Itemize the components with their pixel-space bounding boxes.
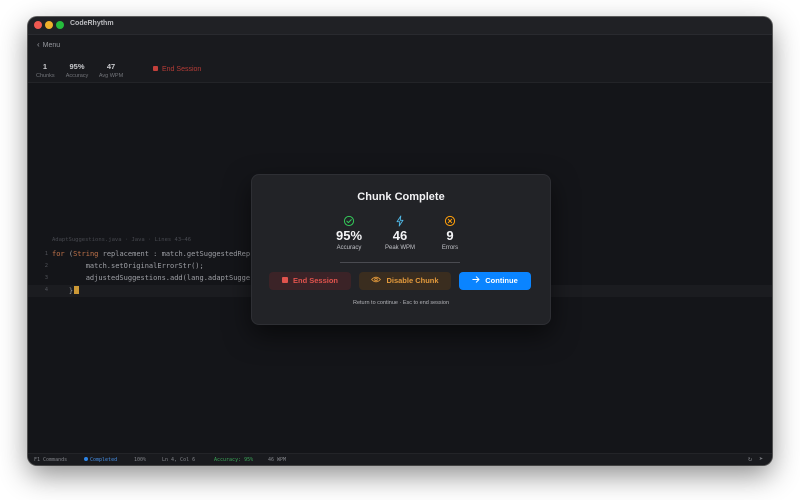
eye-icon — [371, 272, 382, 290]
dialog-title: Chunk Complete — [357, 191, 445, 203]
continue-button[interactable]: Continue — [459, 272, 531, 290]
end-session-button-label: End Session — [292, 276, 338, 286]
app-window: CodeRhythm ‹ Menu 1 Chunks 95% Accuracy 4… — [28, 17, 772, 465]
keyboard-hint: Return to continue · Esc to end session — [353, 300, 449, 306]
chunk-complete-dialog: Chunk Complete 95% Accuracy 46 Peak WPM … — [251, 174, 551, 325]
continue-button-label: Continue — [485, 276, 518, 286]
x-circle-icon — [420, 214, 480, 227]
stop-icon — [281, 272, 288, 290]
disable-chunk-button-label: Disable Chunk — [386, 276, 439, 286]
arrow-right-icon — [472, 272, 480, 290]
dialog-stat-errors-label: Errors — [441, 245, 459, 251]
dialog-stat-errors-value: 9 — [446, 228, 454, 243]
end-session-button[interactable]: End Session — [269, 272, 351, 290]
dialog-divider — [340, 262, 460, 263]
dialog-stat-errors: 9 Errors — [420, 214, 480, 251]
disable-chunk-button[interactable]: Disable Chunk — [359, 272, 451, 290]
